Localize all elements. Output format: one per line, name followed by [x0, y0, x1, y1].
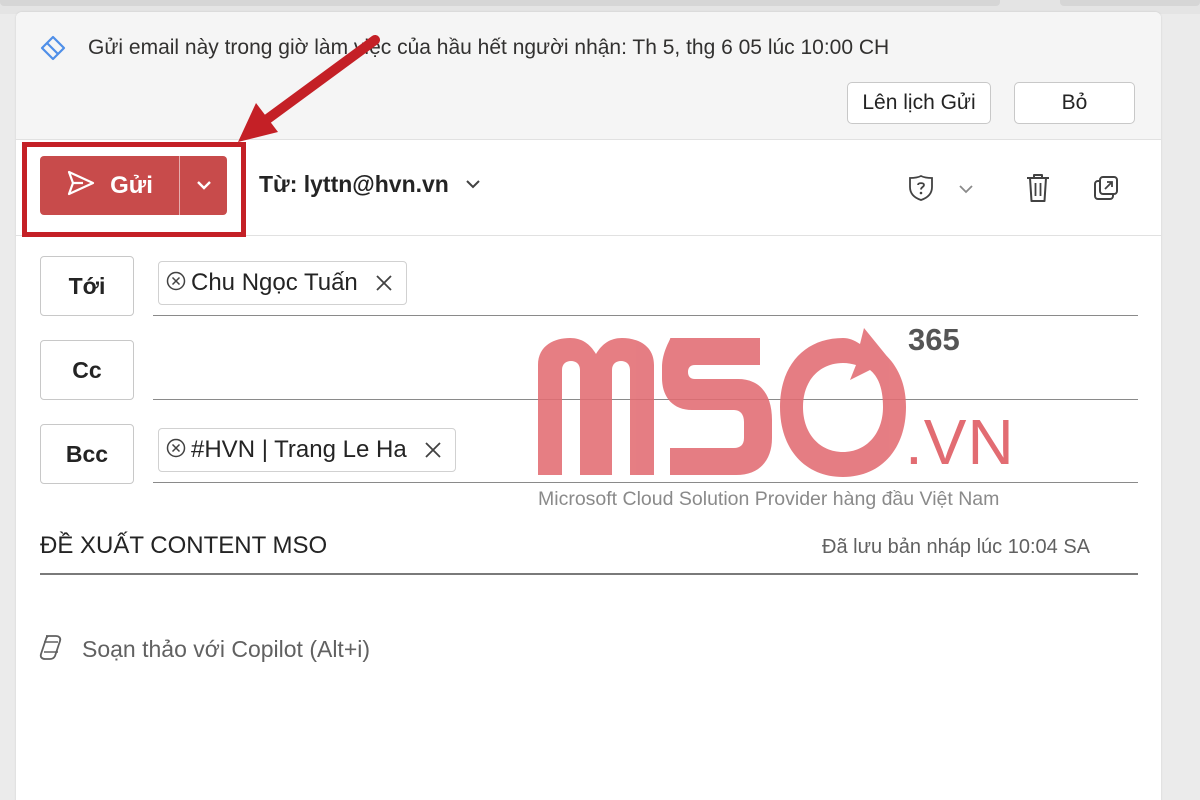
chevron-down-icon	[465, 176, 481, 194]
clock-suggestion-icon	[38, 34, 68, 64]
discard-suggestion-button[interactable]: Bỏ	[1014, 82, 1135, 124]
close-icon[interactable]	[423, 440, 443, 460]
compose-panel: Gửi email này trong giờ làm việc của hầu…	[16, 12, 1161, 800]
bcc-field-button[interactable]: Bcc	[40, 424, 134, 484]
recipient-name: Chu Ngọc Tuấn	[191, 269, 358, 296]
subject-underline	[40, 573, 1138, 575]
schedule-suggestion-banner: Gửi email này trong giờ làm việc của hầu…	[16, 12, 1161, 140]
delete-icon[interactable]	[1022, 171, 1054, 205]
bcc-field-underline	[153, 482, 1138, 483]
close-icon[interactable]	[374, 273, 394, 293]
cc-field-button[interactable]: Cc	[40, 340, 134, 400]
top-strip-segment	[1060, 0, 1200, 6]
banner-message: Gửi email này trong giờ làm việc của hầu…	[88, 36, 890, 59]
remove-recipient-icon[interactable]	[165, 270, 187, 297]
recipient-chip[interactable]: #HVN | Trang Le Ha	[158, 428, 456, 472]
sensitivity-icon[interactable]	[906, 173, 936, 203]
copilot-icon	[36, 632, 66, 667]
draft-saved-status: Đã lưu bản nháp lúc 10:04 SA	[822, 536, 1091, 558]
cc-field-underline	[153, 399, 1138, 400]
send-highlight-box	[22, 142, 246, 237]
copilot-label: Soạn thảo với Copilot (Alt+i)	[82, 636, 371, 662]
recipient-chip[interactable]: Chu Ngọc Tuấn	[158, 261, 407, 305]
from-label: Từ: lyttn@hvn.vn	[259, 171, 449, 197]
copilot-draft-button[interactable]: Soạn thảo với Copilot (Alt+i)	[36, 632, 370, 667]
recipient-name: #HVN | Trang Le Ha	[191, 436, 407, 463]
top-strip-segment	[0, 0, 1000, 6]
to-field-button[interactable]: Tới	[40, 256, 134, 316]
remove-recipient-icon[interactable]	[165, 437, 187, 464]
chevron-down-icon[interactable]	[956, 181, 976, 197]
to-field-underline	[153, 315, 1138, 316]
schedule-send-button[interactable]: Lên lịch Gửi	[847, 82, 991, 124]
from-account-selector[interactable]: Từ: lyttn@hvn.vn	[259, 171, 481, 198]
compose-toolbar: Gửi Từ: lyttn@hvn.vn	[16, 141, 1161, 237]
subject-field[interactable]: ĐỀ XUẤT CONTENT MSO	[40, 532, 327, 560]
pop-out-icon[interactable]	[1090, 172, 1122, 204]
